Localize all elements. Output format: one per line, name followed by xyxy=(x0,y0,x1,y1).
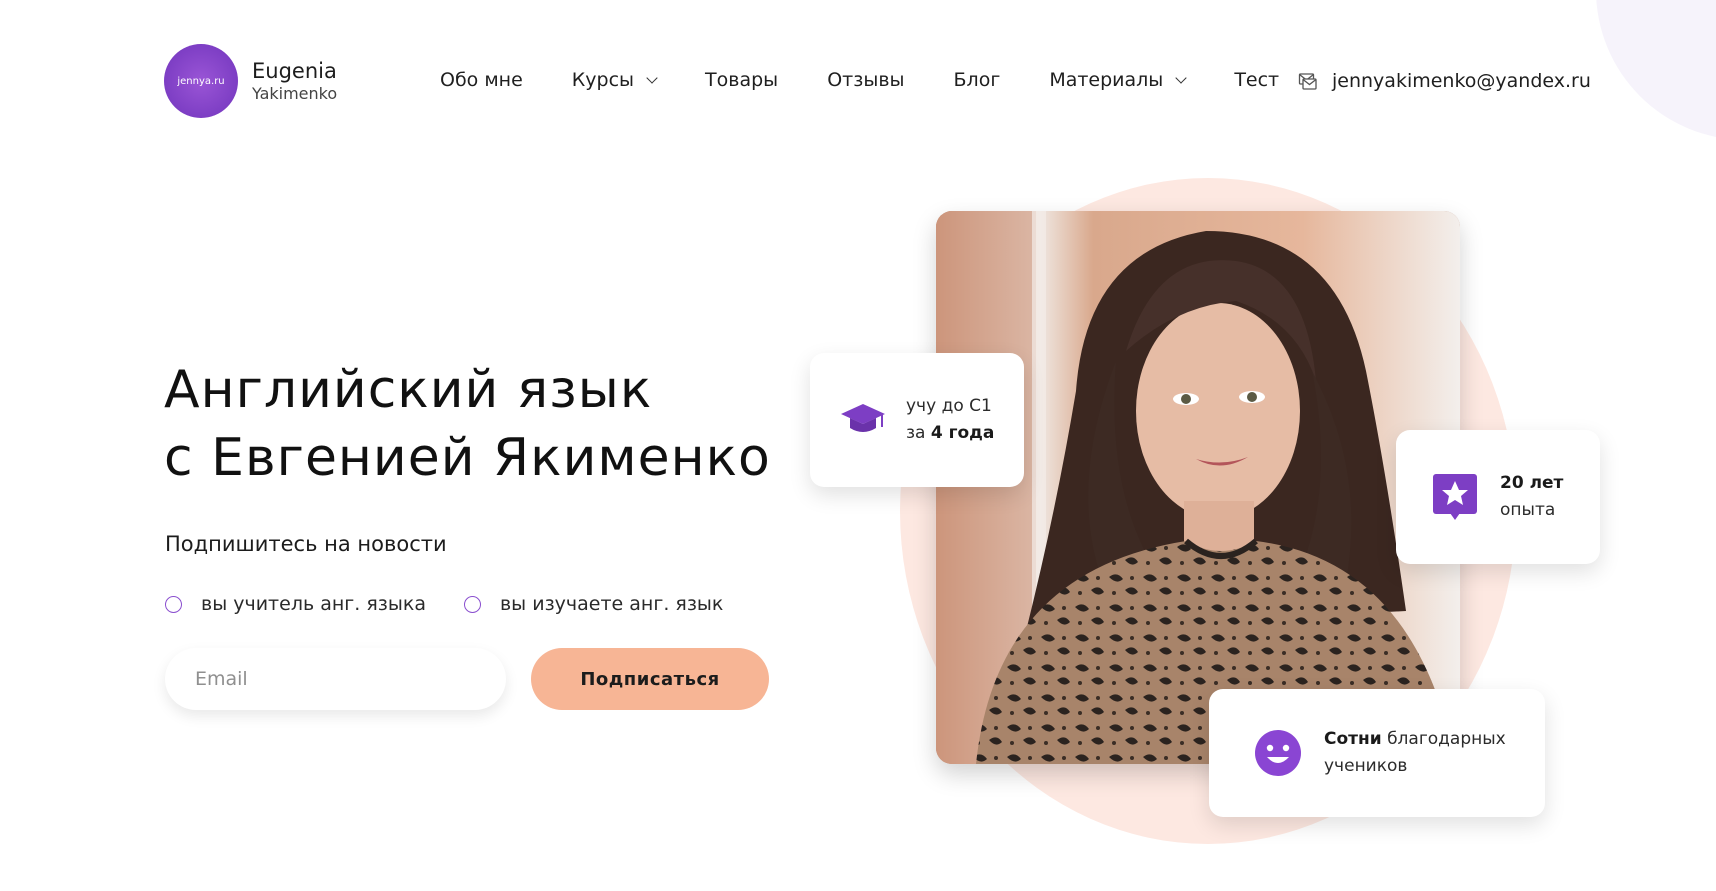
radio-student[interactable]: вы изучаете анг. язык xyxy=(463,593,724,615)
chevron-down-icon xyxy=(646,71,658,84)
site-logo[interactable]: jennya.ru Eugenia Yakimenko xyxy=(164,44,337,118)
hero-title-line-1: Английский язык xyxy=(164,360,653,420)
stat-card-experience-line2: опыта xyxy=(1500,500,1556,520)
stat-card-levels-text: учу до С1 за 4 года xyxy=(906,393,994,447)
logo-first-name: Eugenia xyxy=(252,58,337,83)
logo-last-name: Yakimenko xyxy=(252,84,338,103)
portrait-illustration xyxy=(936,211,1460,764)
nav-item-blog[interactable]: Блог xyxy=(954,69,1001,91)
star-badge-icon xyxy=(1433,474,1477,520)
stat-card-students: Сотни благодарных учеников xyxy=(1209,689,1545,817)
nav-item-label: Тест xyxy=(1234,69,1280,91)
stat-card-students-bold: Сотни xyxy=(1324,729,1382,749)
radio-student-label: вы изучаете анг. язык xyxy=(499,593,724,615)
main-nav: Обо мне Курсы Товары Отзывы Блог Материа… xyxy=(440,69,1279,91)
stat-card-levels-line2: за 4 года xyxy=(906,420,994,447)
audience-radio-group: вы учитель анг. языка вы изучаете анг. я… xyxy=(165,593,761,615)
contact-email-text: jennyakimenko@yandex.ru xyxy=(1332,70,1591,92)
nav-item-label: Обо мне xyxy=(440,69,523,91)
nav-item-label: Блог xyxy=(953,69,1001,91)
hero-title: Английский язык с Евгенией Якименко xyxy=(164,356,771,492)
nav-item-label: Материалы xyxy=(1049,69,1164,91)
nav-item-courses[interactable]: Курсы xyxy=(571,69,658,91)
radio-teacher-label: вы учитель анг. языка xyxy=(201,593,426,615)
corner-decoration xyxy=(1596,0,1716,140)
radio-button[interactable] xyxy=(463,595,481,613)
logo-badge-text: jennya.ru xyxy=(177,75,225,87)
landing-page: jennya.ru Eugenia Yakimenko Обо мне Курс… xyxy=(0,0,1716,891)
stat-card-levels: учу до С1 за 4 года xyxy=(810,353,1024,487)
stat-card-experience: 20 лет опыта xyxy=(1396,430,1600,564)
stat-card-students-line2: учеников xyxy=(1324,756,1408,776)
radio-button[interactable] xyxy=(165,595,182,613)
nav-item-label: Товары xyxy=(705,69,779,91)
subscribe-label: Подпишитесь на новости xyxy=(165,532,447,556)
logo-badge: jennya.ru xyxy=(164,44,238,118)
nav-item-about[interactable]: Обо мне xyxy=(440,69,523,91)
nav-item-materials[interactable]: Материалы xyxy=(1049,69,1187,91)
stat-card-experience-line1: 20 лет xyxy=(1500,470,1563,497)
mail-icon xyxy=(1298,73,1317,90)
smiley-icon xyxy=(1255,730,1301,776)
graduation-cap-icon xyxy=(841,404,885,432)
hero-title-line-2: с Евгенией Якименко xyxy=(164,428,771,488)
contact-email-link[interactable]: jennyakimenko@yandex.ru xyxy=(1298,70,1591,92)
stat-card-levels-line1: учу до С1 xyxy=(906,396,992,416)
chevron-down-icon xyxy=(1175,71,1187,84)
stat-card-experience-text: 20 лет опыта xyxy=(1500,470,1563,524)
stat-card-students-text: Сотни благодарных учеников xyxy=(1324,726,1506,780)
nav-item-reviews[interactable]: Отзывы xyxy=(827,69,904,91)
email-field[interactable] xyxy=(165,648,506,710)
subscribe-button[interactable]: Подписаться xyxy=(531,648,769,710)
stat-card-experience-bold: 20 лет xyxy=(1500,473,1564,493)
radio-teacher[interactable]: вы учитель анг. языка xyxy=(165,593,426,615)
stat-card-students-rest: благодарных xyxy=(1381,729,1506,749)
nav-item-products[interactable]: Товары xyxy=(705,69,778,91)
stat-card-levels-bold: 4 года xyxy=(930,423,995,443)
stat-card-students-line1: Сотни благодарных xyxy=(1324,726,1506,753)
nav-item-label: Курсы xyxy=(571,69,635,91)
nav-item-test[interactable]: Тест xyxy=(1234,69,1279,91)
logo-wordmark: Eugenia Yakimenko xyxy=(252,59,337,103)
teacher-portrait xyxy=(936,211,1460,764)
nav-item-label: Отзывы xyxy=(827,69,905,91)
stat-card-levels-prefix: за xyxy=(906,423,931,443)
